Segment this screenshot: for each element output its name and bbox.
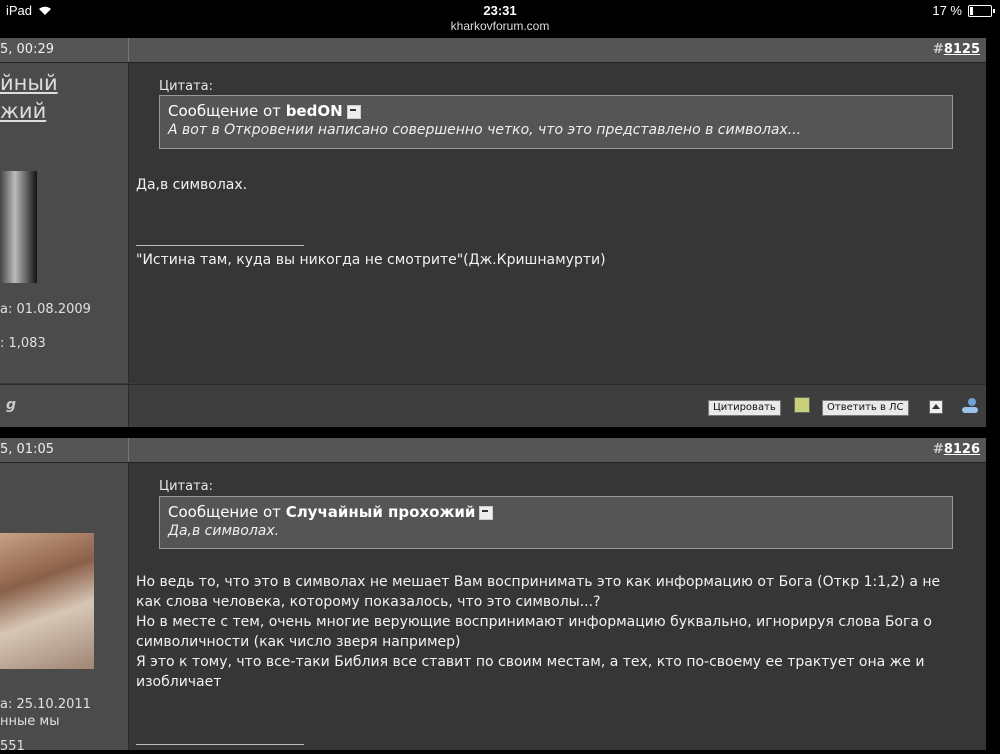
quote-text: А вот в Откровении написано совершенно ч… — [168, 122, 802, 138]
user-panel: а: 25.10.2011 нные мы 551 — [0, 463, 129, 754]
post-body-line: Да,в символах. — [136, 177, 248, 193]
post-header: 5, 00:29 #8125 — [0, 38, 986, 63]
avatar — [0, 533, 94, 669]
user-post-count: 551 — [0, 739, 25, 754]
post-date: 5, 01:05 — [0, 442, 54, 457]
username-line1[interactable]: йный — [0, 71, 58, 95]
battery-icon — [968, 4, 995, 17]
header-divider — [128, 438, 129, 462]
forum-post: 5, 00:29 #8125 йный жий а: 01.08.2009 : … — [0, 38, 986, 427]
post-number-prefix: # — [932, 42, 944, 57]
post-body: Да,в символах. — [136, 175, 247, 195]
post-number-prefix: # — [932, 442, 944, 457]
user-title: нные мы — [0, 714, 60, 729]
signature-divider — [136, 744, 304, 745]
post-body-line: Я это к тому, что все-таки Библия все ст… — [136, 654, 925, 670]
user-badge-g: g — [6, 397, 17, 413]
user-post-count: : 1,083 — [0, 336, 46, 351]
post-content: Цитата: Сообщение от bedON А вот в Откро… — [129, 63, 986, 383]
post-header: 5, 01:05 #8126 — [0, 438, 986, 463]
view-post-icon[interactable] — [479, 505, 494, 520]
quote-author[interactable]: Случайный прохожий — [286, 503, 476, 521]
quote-button[interactable]: Цитировать — [708, 400, 781, 416]
post-number: #8125 — [933, 42, 980, 57]
quote-box: Сообщение от bedON А вот в Откровении на… — [159, 95, 953, 149]
quote-from-prefix: Сообщение от — [168, 102, 281, 120]
user-joined: а: 25.10.2011 — [0, 697, 91, 712]
reply-pm-button[interactable]: Ответить в ЛС — [822, 400, 909, 416]
post-body-line: символичности (как число зверя например) — [136, 634, 461, 650]
quote-from: Сообщение от Случайный прохожий — [168, 503, 944, 521]
user-joined: а: 01.08.2009 — [0, 302, 91, 317]
post-signature: "Истина там, куда вы никогда не смотрите… — [136, 252, 606, 268]
quote-box: Сообщение от Случайный прохожий Да,в сим… — [159, 496, 953, 549]
address-url[interactable]: kharkovforum.com — [0, 19, 1000, 33]
post-body-line: как слова человека, которому показалось,… — [136, 594, 601, 610]
multiquote-icon[interactable] — [794, 397, 810, 413]
view-post-icon[interactable] — [346, 104, 361, 119]
avatar — [0, 171, 37, 283]
post-number: #8126 — [933, 442, 980, 457]
battery-fill — [970, 6, 973, 15]
header-divider — [128, 38, 129, 62]
post-number-link[interactable]: 8126 — [944, 442, 980, 457]
status-right: 17 % — [932, 3, 995, 18]
post-body-line: изобличает — [136, 674, 222, 690]
username-line2[interactable]: жий — [0, 99, 46, 123]
battery-percent: 17 % — [932, 3, 962, 18]
post-date: 5, 00:29 — [0, 42, 54, 57]
quote-text: Да,в символах. — [168, 523, 280, 539]
user-panel: йный жий а: 01.08.2009 : 1,083 — [0, 63, 129, 383]
quote-author[interactable]: bedON — [286, 102, 343, 120]
quote-label: Цитата: — [159, 479, 213, 494]
signature-divider — [136, 245, 304, 246]
user-profile-icon[interactable] — [960, 397, 980, 415]
post-body-line: Но в месте с тем, очень многие верующие … — [136, 614, 932, 630]
quote-label: Цитата: — [159, 79, 213, 94]
post-body-line: Но ведь то, что это в символах не мешает… — [136, 574, 941, 590]
quote-from: Сообщение от bedON — [168, 102, 944, 120]
report-post-icon[interactable] — [929, 400, 943, 414]
forum-post: 5, 01:05 #8126 а: 25.10.2011 нные мы 551… — [0, 438, 986, 754]
post-body: Но ведь то, что это в символах не мешает… — [136, 572, 940, 692]
post-footer: g Цитировать Ответить в ЛС — [0, 384, 986, 427]
quote-from-prefix: Сообщение от — [168, 503, 281, 521]
post-content: Цитата: Сообщение от Случайный прохожий … — [129, 463, 986, 750]
user-badges: g — [0, 385, 129, 427]
status-bar: iPad 23:31 kharkovforum.com 17 % — [0, 0, 1000, 38]
status-time: 23:31 — [483, 3, 517, 18]
post-number-link[interactable]: 8125 — [944, 42, 980, 57]
